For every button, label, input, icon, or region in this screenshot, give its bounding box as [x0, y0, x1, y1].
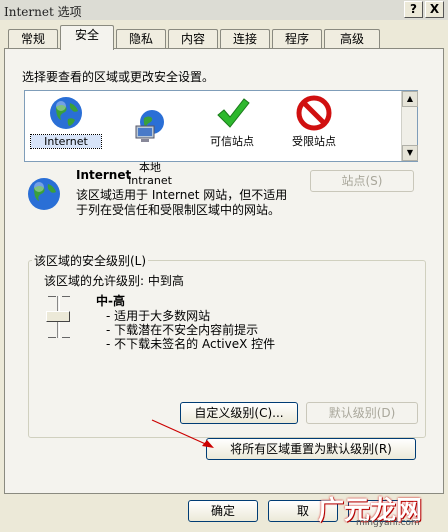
zone-info-description: 该区域适用于 Internet 网站，但不适用于列在受信任和受限制区域中的网站。	[76, 188, 288, 217]
tab-advanced[interactable]: 高级	[324, 29, 380, 49]
window-title: Internet 选项	[4, 5, 82, 19]
list-item: 适用于大多数网站	[106, 309, 275, 323]
slider-tick	[62, 337, 70, 338]
security-level-details: 适用于大多数网站 下载潜在不安全内容前提示 不下载未签名的 ActiveX 控件	[106, 309, 275, 351]
list-item: 不下载未签名的 ActiveX 控件	[106, 337, 275, 351]
zone-trusted[interactable]: 可信站点	[197, 95, 267, 148]
ok-button[interactable]: 确定	[188, 500, 258, 522]
title-bar: Internet 选项 ? X	[0, 0, 448, 20]
slider-tick	[48, 337, 56, 338]
security-level-group-title: 该区域的安全级别(L)	[32, 252, 149, 269]
reset-all-zones-button[interactable]: 将所有区域重置为默认级别(R)	[206, 438, 416, 460]
tab-privacy[interactable]: 隐私	[116, 29, 166, 49]
tab-connections[interactable]: 连接	[220, 29, 270, 49]
slider-tick	[48, 296, 56, 297]
zone-list: Internet 本地 Intranet 可信站点 受限站点 ▲ ▼	[24, 90, 418, 187]
checkmark-icon	[217, 98, 250, 128]
globe-icon	[28, 178, 60, 210]
scroll-up-icon[interactable]: ▲	[402, 91, 418, 107]
annotation-arrow-icon	[151, 419, 214, 448]
list-item: 下载潜在不安全内容前提示	[106, 323, 275, 337]
zone-label: 受限站点	[292, 135, 336, 148]
help-button[interactable]: ?	[404, 1, 423, 18]
zone-internet[interactable]: Internet	[30, 95, 102, 149]
tab-programs[interactable]: 程序	[272, 29, 322, 49]
tab-content[interactable]: 内容	[168, 29, 218, 49]
slider-tick	[62, 296, 70, 297]
close-button[interactable]: X	[425, 1, 444, 18]
zone-label: Internet	[30, 134, 102, 149]
security-level-slider[interactable]	[46, 311, 70, 322]
allowed-levels: 该区域的允许级别: 中到高	[44, 274, 184, 288]
zone-label: 可信站点	[210, 135, 254, 148]
no-entry-icon	[296, 95, 332, 131]
zone-prompt: 选择要查看的区域或更改安全设置。	[22, 70, 215, 84]
sites-button[interactable]: 站点(S)	[310, 170, 414, 192]
watermark-url: mingyanl.com	[356, 518, 420, 528]
globe-icon	[50, 97, 82, 129]
zone-intranet[interactable]: 本地 Intranet	[115, 95, 185, 200]
zone-info-title: Internet	[76, 168, 132, 182]
zone-list-scrollbar[interactable]: ▲ ▼	[401, 91, 418, 161]
tab-general[interactable]: 常规	[8, 29, 58, 49]
tab-security[interactable]: 安全	[60, 25, 114, 50]
scroll-down-icon[interactable]: ▼	[402, 145, 418, 161]
zone-restricted[interactable]: 受限站点	[279, 95, 349, 148]
default-level-button[interactable]: 默认级别(D)	[306, 402, 418, 424]
intranet-icon	[135, 110, 164, 142]
security-level-name: 中-高	[96, 294, 125, 308]
